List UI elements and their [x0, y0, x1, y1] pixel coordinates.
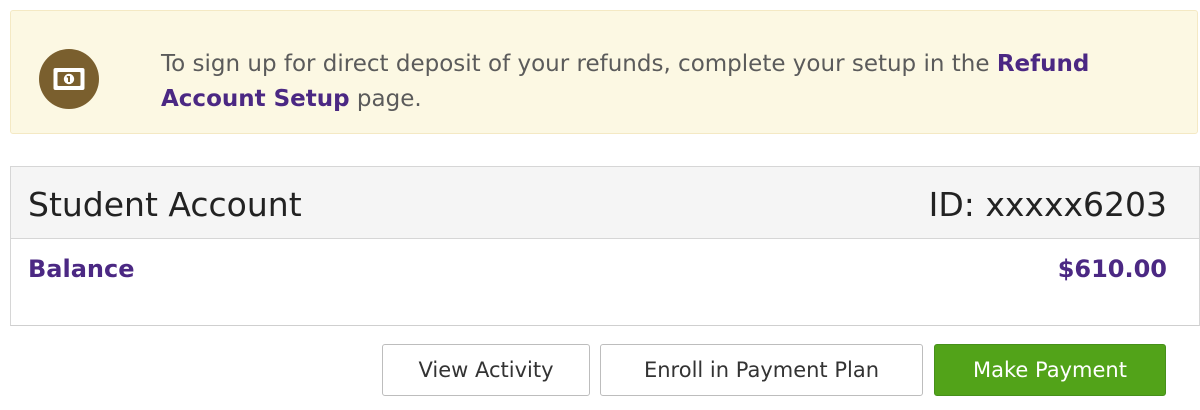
notice-text-before: To sign up for direct deposit of your re… [161, 51, 997, 77]
panel-header: Student Account ID: xxxxx6203 [11, 167, 1199, 239]
enroll-payment-plan-button[interactable]: Enroll in Payment Plan [600, 344, 923, 396]
student-account-panel: Student Account ID: xxxxx6203 Balance $6… [10, 166, 1200, 326]
make-payment-button[interactable]: Make Payment [934, 344, 1166, 396]
notice-text-after: page. [349, 86, 422, 112]
notice-message: To sign up for direct deposit of your re… [161, 47, 1171, 117]
money-bill-icon [39, 49, 99, 109]
panel-title: Student Account [28, 185, 302, 224]
view-activity-button[interactable]: View Activity [382, 344, 590, 396]
balance-amount: $610.00 [1057, 255, 1167, 283]
refund-notice: To sign up for direct deposit of your re… [10, 10, 1198, 134]
balance-label[interactable]: Balance [28, 255, 135, 283]
student-id: ID: xxxxx6203 [928, 185, 1167, 224]
